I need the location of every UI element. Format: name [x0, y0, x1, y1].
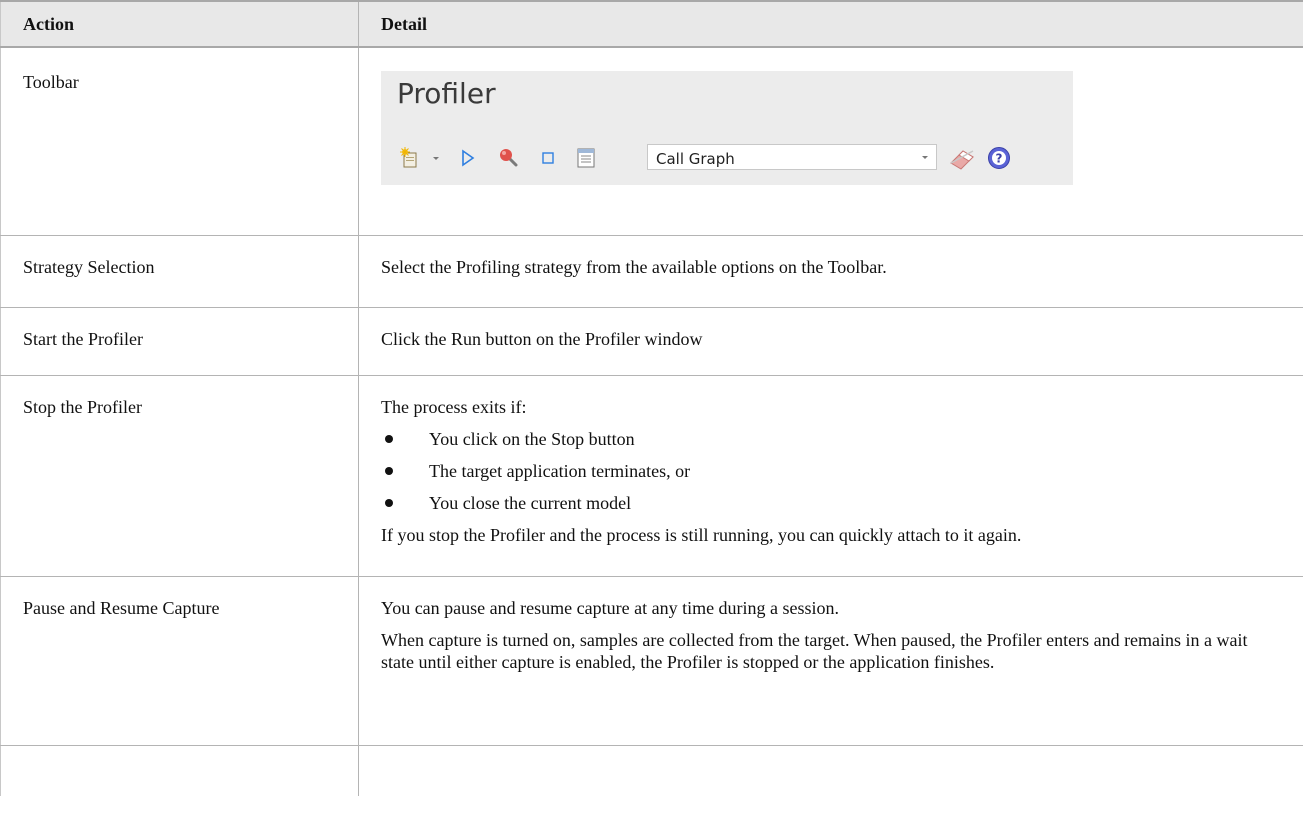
table-row: Start the Profiler Click the Run button …	[0, 307, 1303, 376]
stop-icon[interactable]	[537, 143, 559, 173]
list-item: You close the current model	[381, 492, 1282, 514]
table-row: Stop the Profiler The process exits if: …	[0, 375, 1303, 577]
detail-cell: Click the Run button on the Profiler win…	[358, 307, 1303, 376]
detail-paragraph: You can pause and resume capture at any …	[381, 598, 840, 618]
detail-intro: The process exits if:	[381, 397, 527, 417]
profiler-title: Profiler	[397, 77, 496, 110]
dropdown-arrow-icon[interactable]	[429, 143, 443, 173]
detail-outro: If you stop the Profiler and the process…	[381, 525, 1022, 545]
table-row: Pause and Resume Capture You can pause a…	[0, 576, 1303, 746]
detail-cell: Select the Profiling strategy from the a…	[358, 235, 1303, 308]
help-icon[interactable]: ?	[985, 143, 1013, 173]
action-cell: Start the Profiler	[0, 307, 359, 376]
action-detail-table: Action Detail Toolbar Profiler Call Grap…	[0, 0, 1303, 796]
table-row: Strategy Selection Select the Profiling …	[0, 235, 1303, 308]
detail-paragraph: When capture is turned on, samples are c…	[381, 630, 1248, 672]
table-row	[0, 745, 1303, 796]
chevron-down-icon	[920, 149, 930, 171]
svg-text:?: ?	[996, 152, 1003, 166]
profiler-toolbar-image: Profiler Call Graph ?	[381, 71, 1073, 185]
strategy-select[interactable]: Call Graph	[647, 144, 937, 170]
action-cell: Toolbar	[0, 46, 359, 236]
run-icon[interactable]	[457, 143, 479, 173]
action-cell: Strategy Selection	[0, 235, 359, 308]
detail-cell: Profiler Call Graph ?	[358, 46, 1303, 236]
list-item: You click on the Stop button	[381, 428, 1282, 450]
detail-cell	[358, 745, 1303, 796]
detail-cell: The process exits if: You click on the S…	[358, 375, 1303, 577]
new-profile-icon[interactable]	[397, 143, 423, 173]
strategy-select-value: Call Graph	[656, 150, 735, 168]
clear-icon[interactable]	[945, 143, 979, 173]
header-detail: Detail	[358, 0, 1303, 48]
action-cell: Stop the Profiler	[0, 375, 359, 577]
attach-icon[interactable]	[497, 143, 521, 173]
detail-cell: You can pause and resume capture at any …	[358, 576, 1303, 746]
bullet-list: You click on the Stop button The target …	[381, 428, 1282, 514]
header-action: Action	[0, 0, 359, 48]
profiler-toolbar: Call Graph ?	[397, 143, 1057, 173]
header-row: Action Detail	[0, 0, 1303, 48]
table-row: Toolbar Profiler Call Graph ?	[0, 46, 1303, 236]
action-cell	[0, 745, 359, 796]
list-item: The target application terminates, or	[381, 460, 1282, 482]
action-cell: Pause and Resume Capture	[0, 576, 359, 746]
report-icon[interactable]	[573, 143, 599, 173]
